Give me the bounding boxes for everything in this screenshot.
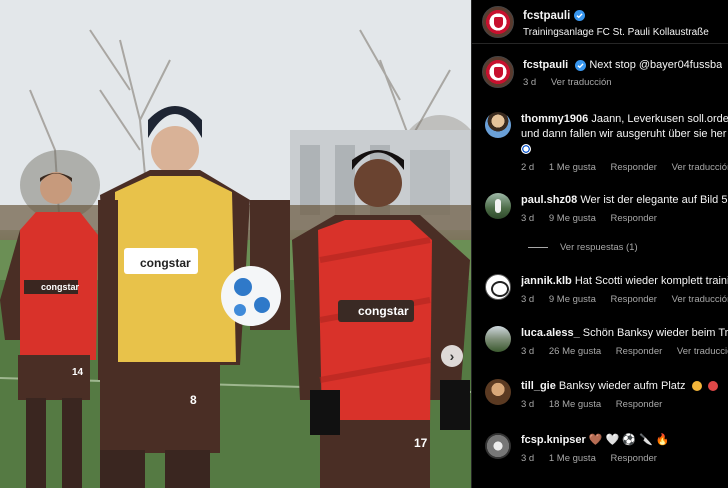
commenter-avatar[interactable] [485,326,511,352]
comment-text: Schön Banksy wieder beim Training zu seh… [582,327,728,339]
caption-avatar[interactable] [482,56,514,88]
comment-time: 2 d [521,162,535,173]
comment-text: Hat Scotti wieder komplett trainiert? [574,275,728,287]
caption-translate-link[interactable]: Ver traducción [551,77,612,88]
comment-reply-link[interactable]: Responder [611,453,657,464]
comment-item: paul.shz08 Wer ist der elegante auf Bild… [472,193,728,224]
comment-text: Wer ist der elegante auf Bild 5 [580,194,728,206]
comment-time: 3 d [521,346,535,357]
comment-likes[interactable]: 26 Me gusta [549,346,601,357]
account-username[interactable]: fcstpauli [523,10,570,22]
comment-reply-link[interactable]: Responder [611,213,657,224]
comment-time: 3 d [521,399,535,410]
comment-translate-link[interactable]: Ver traducción [672,162,728,173]
comment-username[interactable]: thommy1906 [521,113,588,125]
commenter-avatar[interactable] [485,193,511,219]
grimace-emoji-icon [691,381,702,392]
chevron-right-icon: › [449,348,455,364]
bib-sponsor-center: congstar [140,256,191,270]
comment-translate-link[interactable]: Ver traducción [677,346,728,357]
comment-reply-link[interactable]: Responder [611,294,657,305]
carousel-next-button[interactable]: › [441,345,463,367]
view-replies-button[interactable]: Ver respuestas (1) [528,242,638,253]
caption-username[interactable]: fcstpauli [523,59,568,71]
caption-text: Next stop @bayer04fussball [589,59,722,71]
commenter-avatar[interactable] [485,274,511,300]
comments-panel: fcstpauli Trainingsanlage FC St. Pauli K… [471,0,728,488]
post-location[interactable]: Trainingsanlage FC St. Pauli Kollaustraß… [523,27,709,38]
soccer-ball-icon [521,144,531,155]
comment-reply-link[interactable]: Responder [616,346,662,357]
comment-time: 3 d [521,453,535,464]
commenter-avatar[interactable] [485,112,511,138]
comment-item: jannik.klb Hat Scotti wieder komplett tr… [472,274,728,305]
bib-sponsor-right: congstar [358,304,409,318]
comment-username[interactable]: luca.aless_ [521,327,580,339]
comment-time: 3 d [521,213,535,224]
post-photo[interactable]: congstar congstar congstar 8 14 17 › [0,0,471,488]
comment-item: fcsp.knipser 🤎 🤍 ⚽ 🔪 🔥 3 d 1 Me gusta Re… [472,433,728,464]
replies-divider [528,247,548,248]
bib-sponsor-left: congstar [41,282,80,292]
heart-eyes-emoji-icon [707,381,718,392]
comment-item: thommy1906 Jaann, Leverkusen soll.ordent… [472,112,728,173]
comment-item: till_gie Banksy wieder aufm Platz 3 d 18… [472,379,728,410]
commenter-avatar[interactable] [485,379,511,405]
comment-likes[interactable]: 9 Me gusta [549,294,596,305]
view-replies-label: Ver respuestas (1) [560,242,638,253]
comment-item: luca.aless_ Schön Banksy wieder beim Tra… [472,326,728,357]
comment-translate-link[interactable]: Ver traducción [672,294,728,305]
comment-username[interactable]: jannik.klb [521,275,572,287]
shorts-number-center: 8 [190,393,197,407]
post-header: fcstpauli Trainingsanlage FC St. Pauli K… [472,0,728,44]
comment-username[interactable]: paul.shz08 [521,194,577,206]
comment-text: 🤎 🤍 ⚽ 🔪 🔥 [588,434,670,446]
comment-username[interactable]: till_gie [521,380,556,392]
verified-badge-icon [575,59,587,71]
commenter-avatar[interactable] [485,433,511,459]
comment-text-line2: und dann fallen wir ausgeruht über sie h… [521,128,727,140]
comment-time: 3 d [521,294,535,305]
comment-text: Jaann, Leverkusen soll.ordentlich weghol… [591,113,728,125]
comment-username[interactable]: fcsp.knipser [521,434,586,446]
shorts-number-left: 14 [72,367,84,378]
caption-time: 3 d [523,77,537,88]
comment-likes[interactable]: 18 Me gusta [549,399,601,410]
comment-reply-link[interactable]: Responder [611,162,657,173]
comment-text: Banksy wieder aufm Platz [558,380,686,392]
comment-likes[interactable]: 1 Me gusta [549,162,596,173]
comment-likes[interactable]: 1 Me gusta [549,453,596,464]
comment-likes[interactable]: 9 Me gusta [549,213,596,224]
training-photo-illustration [0,0,471,488]
shorts-number-right: 17 [414,436,428,450]
verified-badge-icon [574,10,586,21]
account-avatar[interactable] [482,5,514,38]
comment-reply-link[interactable]: Responder [616,399,662,410]
